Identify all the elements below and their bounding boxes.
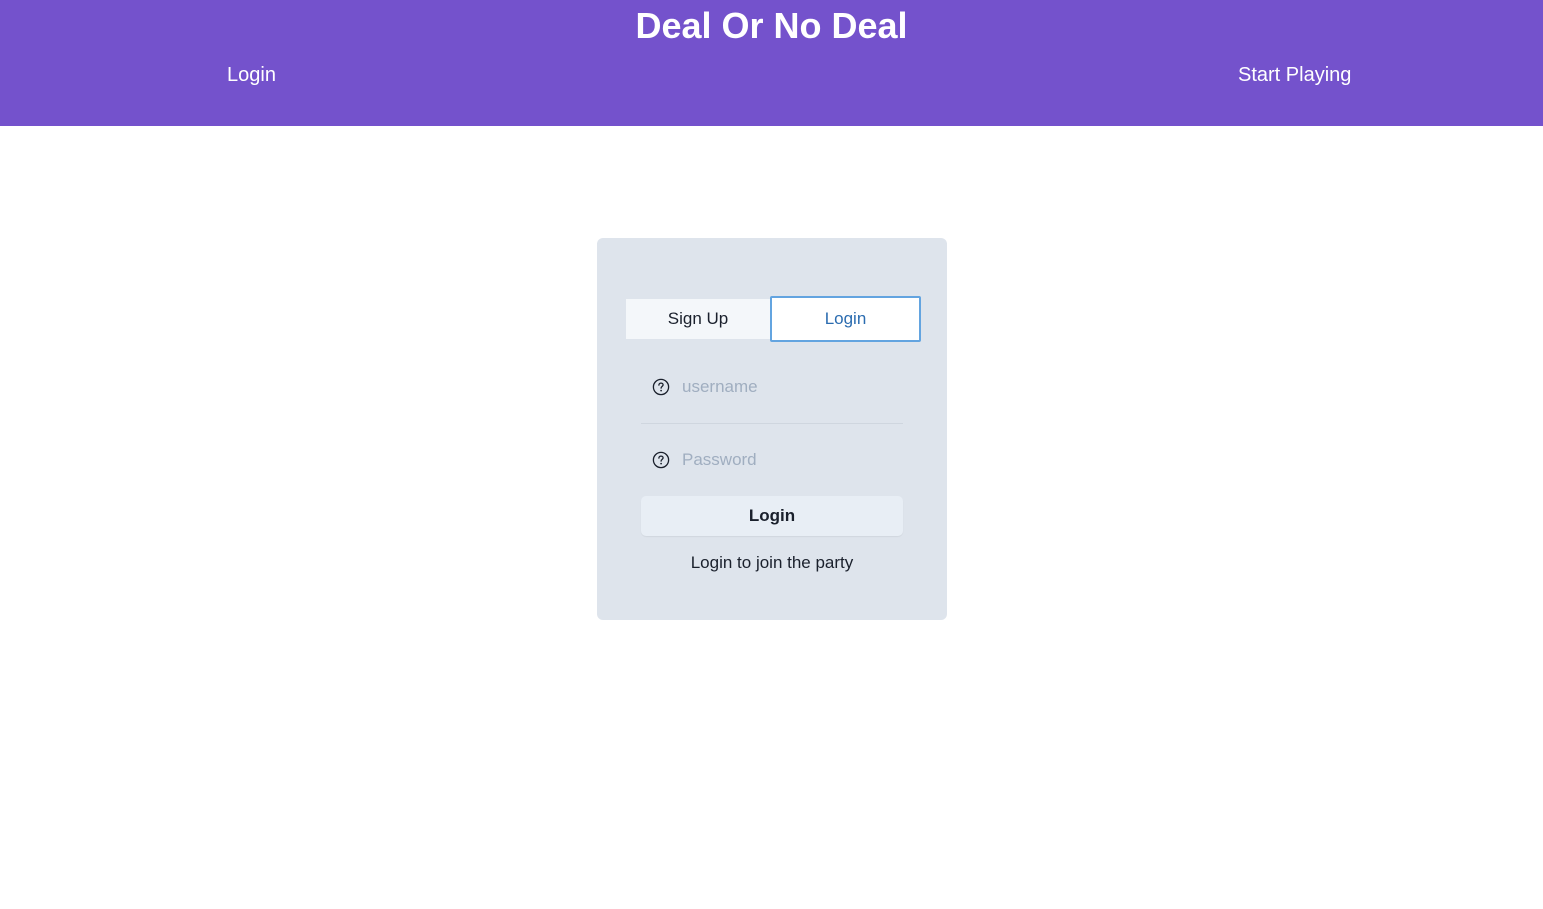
field-divider xyxy=(641,423,903,424)
help-circle-icon xyxy=(652,451,670,469)
login-hint-text: Login to join the party xyxy=(690,553,854,572)
username-field xyxy=(641,367,903,407)
auth-card: Sign Up Login Login Login to join the pa… xyxy=(597,238,947,620)
app-header: Deal Or No Deal Login Start Playing xyxy=(0,0,1543,126)
auth-tabs: Sign Up Login xyxy=(626,296,921,342)
password-input[interactable] xyxy=(677,440,902,480)
login-button[interactable]: Login xyxy=(641,496,903,536)
nav-start-playing-link[interactable]: Start Playing xyxy=(1238,62,1351,88)
app-title: Deal Or No Deal xyxy=(635,5,908,46)
tab-login[interactable]: Login xyxy=(770,296,921,342)
password-field xyxy=(641,440,903,480)
tab-sign-up[interactable]: Sign Up xyxy=(626,299,770,339)
help-circle-icon xyxy=(652,378,670,396)
username-input[interactable] xyxy=(677,367,902,407)
nav-login-link[interactable]: Login xyxy=(227,62,276,88)
